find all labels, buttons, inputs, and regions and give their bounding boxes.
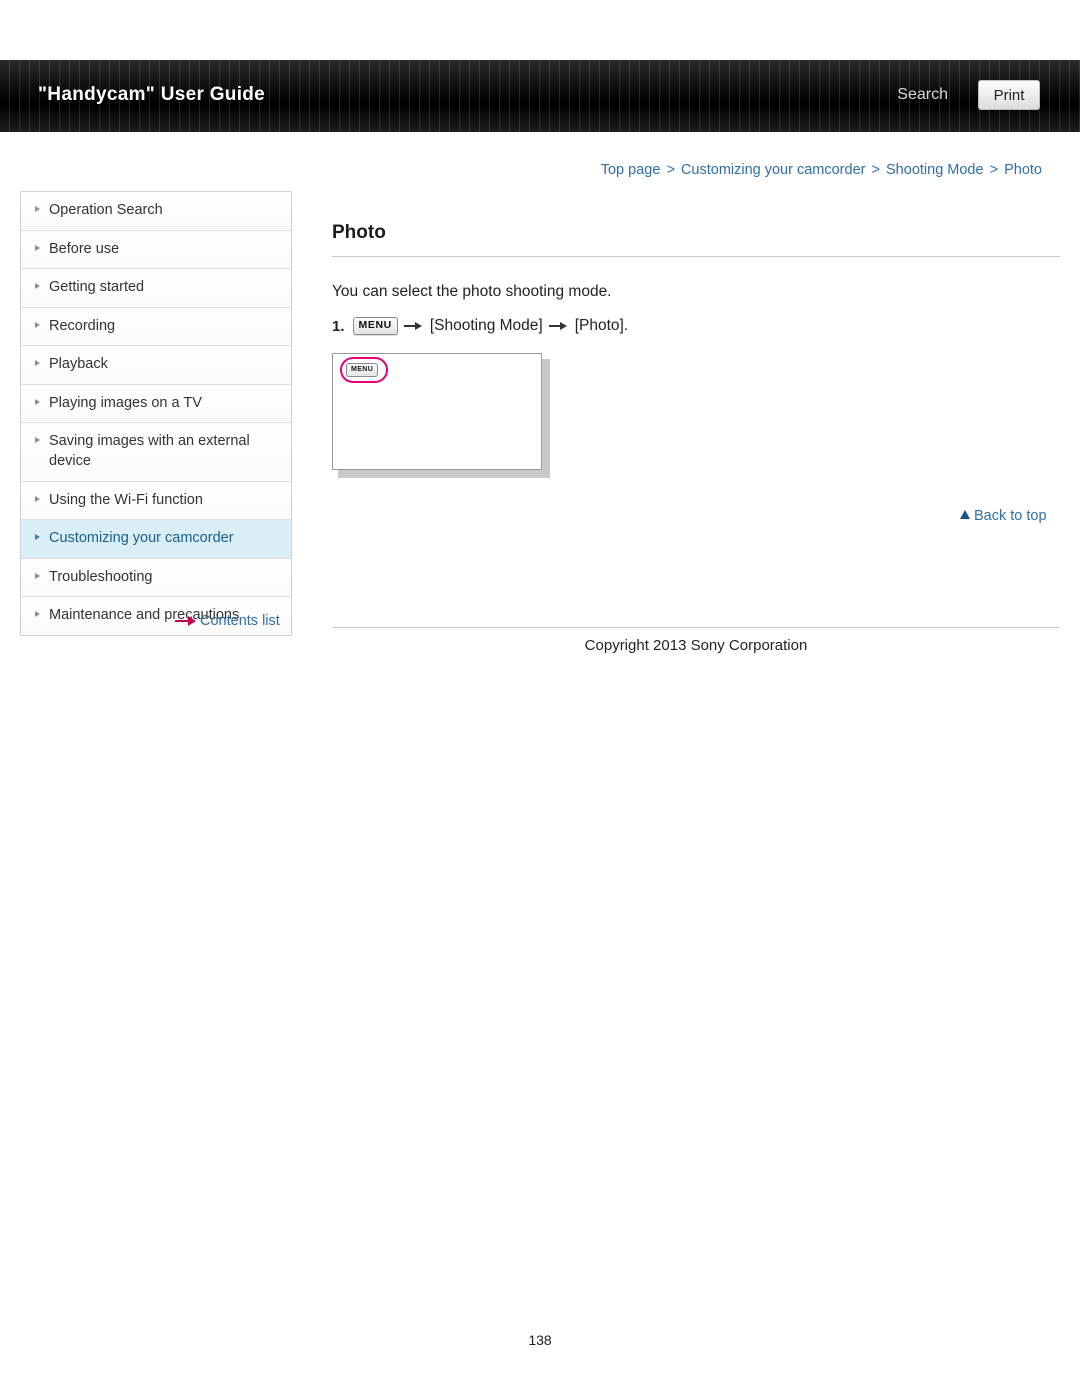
highlight-ellipse [340, 357, 388, 383]
sidebar-item-label: Playing images on a TV [49, 394, 202, 411]
chevron-right-icon [35, 534, 40, 541]
sidebar-item-label: Using the Wi-Fi function [49, 491, 203, 508]
page-title: Photo [332, 222, 386, 243]
chevron-right-icon [35, 283, 40, 290]
chevron-right-icon [35, 360, 40, 367]
arrow-right-icon [403, 320, 424, 332]
breadcrumb-item-top-page[interactable]: Top page [601, 162, 661, 178]
sidebar-item-before-use[interactable]: Before use [21, 230, 291, 270]
step-instruction: 1. MENU [Shooting Mode] [Photo]. [332, 317, 1060, 335]
sidebar-item-label: Troubleshooting [49, 568, 153, 585]
sidebar-item-label: Customizing your camcorder [49, 530, 234, 547]
sidebar-item-getting-started[interactable]: Getting started [21, 269, 291, 308]
main-content: Photo You can select the photo shooting … [332, 222, 1060, 478]
breadcrumb-separator: > [989, 162, 999, 178]
chevron-right-icon [35, 206, 40, 212]
contents-list-label: Contents list [200, 613, 280, 629]
screen-frame: MENU [332, 353, 542, 470]
sidebar-item-saving-images-with-an-external-device[interactable]: Saving images with an external device [21, 423, 291, 482]
sidebar-item-label: Saving images with an external device [49, 433, 250, 469]
arrow-right-icon [548, 320, 569, 332]
page-header: "Handycam" User Guide Search Print [0, 60, 1080, 132]
copyright-text: Copyright 2013 Sony Corporation [584, 637, 808, 654]
sidebar-item-customizing-your-camcorder[interactable]: Customizing your camcorder [21, 520, 291, 559]
sidebar-item-label: Recording [49, 317, 116, 334]
header-title: "Handycam" User Guide [38, 84, 266, 105]
chevron-right-icon [35, 611, 40, 618]
page-number: 138 [528, 1332, 552, 1348]
sidebar-item-recording[interactable]: Recording [21, 307, 291, 347]
sidebar-item-label: Before use [49, 240, 120, 257]
breadcrumb-separator: > [666, 162, 675, 178]
step-number: 1. [332, 317, 345, 335]
menu-button-icon: MENU [352, 317, 398, 335]
chevron-right-icon [35, 321, 40, 328]
footer-divider [332, 627, 1060, 628]
step-text-photo: [Photo]. [574, 317, 629, 334]
sidebar-item-label: Getting started [49, 279, 145, 296]
sidebar-navigation: Operation Search Before use Getting star… [20, 191, 292, 636]
title-divider [332, 256, 1060, 257]
contents-list-link[interactable]: Contents list [175, 613, 280, 629]
breadcrumb: Top page > Customizing your camcorder > … [601, 162, 1042, 178]
back-to-top-label: Back to top [974, 508, 1047, 524]
breadcrumb-item-shooting-mode[interactable]: Shooting Mode [886, 162, 984, 178]
step-text-shooting-mode: [Shooting Mode] [429, 317, 543, 334]
chevron-right-icon [35, 244, 40, 251]
sidebar-item-playback[interactable]: Playback [21, 346, 291, 385]
arrow-right-icon [175, 616, 197, 627]
breadcrumb-item-customizing-your-camcorder[interactable]: Customizing your camcorder [681, 162, 866, 178]
chevron-right-icon [35, 572, 40, 579]
intro-text: You can select the photo shooting mode. [332, 283, 612, 300]
sidebar-item-using-the-wi-fi-function[interactable]: Using the Wi-Fi function [21, 481, 291, 521]
sidebar-item-playing-images-on-a-tv[interactable]: Playing images on a TV [21, 384, 291, 424]
breadcrumb-item-photo: Photo [1004, 162, 1042, 178]
triangle-up-icon [960, 510, 970, 519]
breadcrumb-separator: > [871, 162, 880, 178]
search-link[interactable]: Search [897, 86, 948, 104]
chevron-right-icon [35, 437, 40, 444]
sidebar-item-label: Operation Search [49, 202, 163, 218]
sidebar-item-operation-search[interactable]: Operation Search [21, 192, 291, 231]
print-button[interactable]: Print [978, 80, 1040, 110]
sidebar-item-label: Playback [49, 356, 108, 373]
chevron-right-icon [35, 398, 40, 405]
chevron-right-icon [35, 495, 40, 502]
sidebar-item-troubleshooting[interactable]: Troubleshooting [21, 558, 291, 598]
back-to-top-link[interactable]: Back to top [960, 508, 1047, 524]
screen-illustration: MENU [332, 353, 550, 478]
